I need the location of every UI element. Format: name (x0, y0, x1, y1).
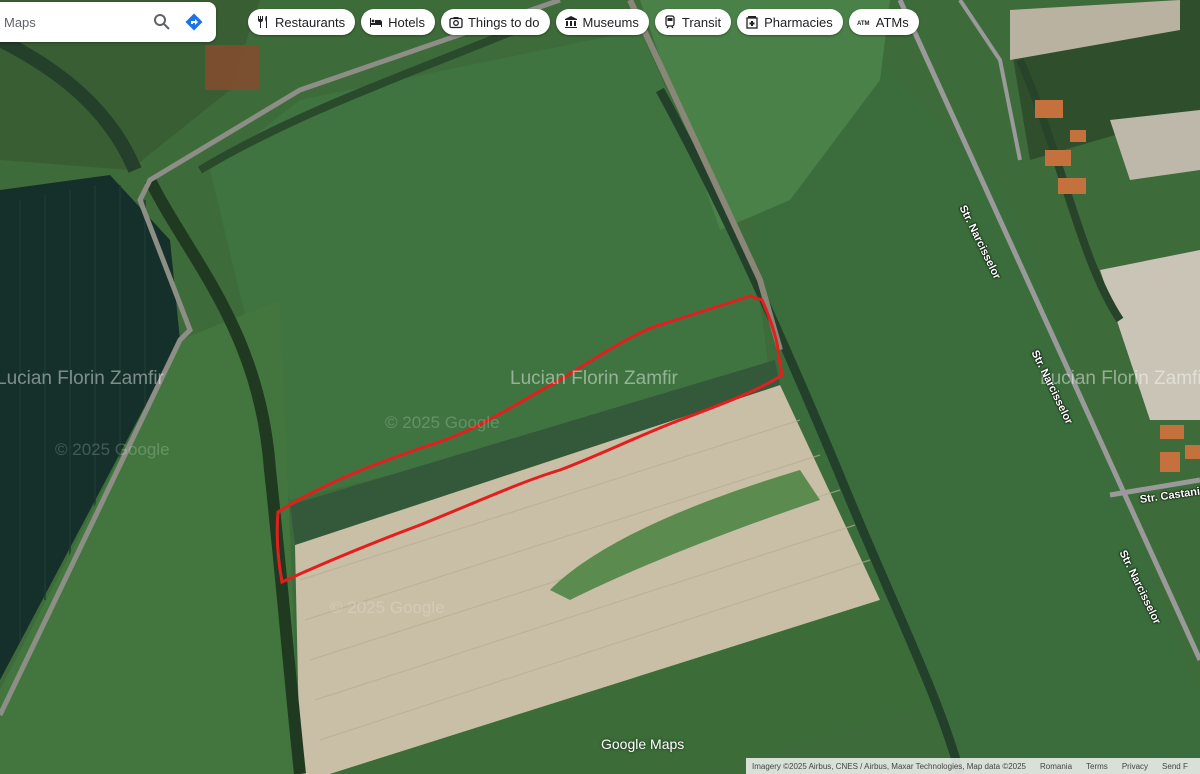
chip-label: ATMs (875, 14, 909, 30)
fork-knife-icon (258, 16, 267, 28)
search-input[interactable]: Maps (0, 15, 146, 30)
send-feedback-link[interactable]: Send F (1162, 762, 1188, 771)
chip-things-to-do[interactable]: Things to do (440, 9, 550, 35)
chip-label: Hotels (388, 14, 425, 30)
privacy-link[interactable]: Privacy (1122, 762, 1148, 771)
museum-icon (564, 16, 577, 28)
map-footer: Imagery ©2025 Airbus, CNES / Airbus, Max… (746, 758, 1200, 774)
atm-icon: ATM (857, 21, 870, 27)
svg-text:ATM: ATM (857, 21, 870, 27)
chip-museums[interactable]: Museums (555, 9, 649, 35)
pharmacy-icon (746, 16, 758, 29)
watermark-author: Lucian Florin Zamfir (510, 368, 678, 389)
chip-label: Museums (582, 14, 639, 30)
chip-pharmacies[interactable]: Pharmacies (737, 9, 843, 35)
google-maps-logo: Google Maps (601, 736, 685, 752)
camera-icon (449, 17, 463, 29)
category-chips: Restaurants Hotels Things to do Museums … (248, 9, 919, 35)
watermark-copyright: © 2025 Google (385, 413, 500, 432)
chip-label: Pharmacies (764, 14, 833, 30)
search-icon[interactable] (146, 6, 178, 38)
chip-atms[interactable]: ATM ATMs (848, 9, 919, 35)
watermark-author: Lucian Florin Zamfir (0, 368, 164, 389)
chip-transit[interactable]: Transit (654, 9, 732, 35)
chip-restaurants[interactable]: Restaurants (248, 9, 356, 35)
watermark-copyright: © 2025 Google (55, 440, 170, 459)
search-box[interactable]: Maps (0, 2, 216, 42)
train-icon (665, 15, 675, 29)
country-label[interactable]: Romania (1040, 762, 1072, 771)
chip-hotels[interactable]: Hotels (361, 9, 435, 35)
chip-label: Things to do (467, 14, 540, 30)
terms-link[interactable]: Terms (1086, 762, 1108, 771)
chip-label: Transit (681, 14, 722, 30)
farm-building (205, 45, 260, 90)
directions-icon[interactable] (178, 6, 210, 38)
watermark-author: Lucian Florin Zamfir (1040, 368, 1200, 389)
attribution-text: Imagery ©2025 Airbus, CNES / Airbus, Max… (752, 761, 1027, 771)
bed-icon (370, 18, 383, 27)
chip-label: Restaurants (275, 14, 346, 30)
watermark-copyright: © 2025 Google (330, 598, 445, 617)
